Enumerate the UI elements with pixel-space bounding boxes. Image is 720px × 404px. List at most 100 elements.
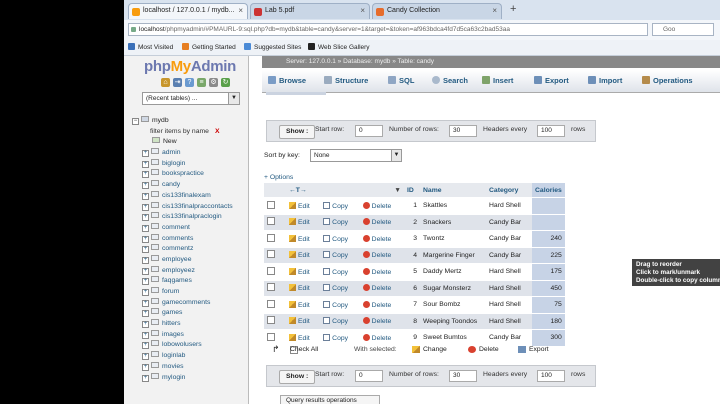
expand-icon[interactable]: + [142, 374, 149, 382]
tree-new[interactable]: New [128, 137, 246, 148]
expand-icon[interactable]: + [142, 310, 149, 318]
cell-id[interactable]: 2 [404, 214, 420, 231]
cell-name[interactable]: Daddy Mertz [420, 263, 486, 281]
tab-export[interactable]: Export [534, 76, 569, 85]
tab-import[interactable]: Import [588, 76, 622, 85]
start-row-input[interactable]: 0 [355, 125, 383, 137]
tree-table-item[interactable]: + commentz [128, 244, 246, 255]
tree-table-item[interactable]: + employeez [128, 265, 246, 277]
row-checkbox[interactable] [267, 299, 275, 308]
browser-tab-candy[interactable]: Candy Collection × [372, 3, 502, 19]
cell-id[interactable]: 1 [404, 197, 420, 215]
expand-icon[interactable]: + [142, 256, 149, 264]
tab-browse[interactable]: Browse [268, 76, 306, 85]
row-checkbox[interactable] [267, 266, 275, 275]
cell-name[interactable]: Skattles [420, 197, 486, 215]
column-header-name[interactable]: Name [420, 183, 486, 198]
expand-icon[interactable]: + [142, 246, 149, 254]
sql-query-icon[interactable]: ? [185, 78, 194, 87]
expand-icon[interactable]: + [142, 203, 149, 211]
tree-filter[interactable]: filter items by name X [128, 127, 246, 138]
tree-table-item[interactable]: + employee [128, 254, 246, 266]
copy-link[interactable]: Copy [320, 329, 360, 347]
expand-icon[interactable]: + [142, 235, 149, 243]
delete-button[interactable]: Delete [468, 346, 499, 354]
copy-link[interactable]: Copy [320, 247, 360, 264]
cell-category[interactable]: Hard Shell [486, 197, 532, 215]
expand-icon[interactable]: + [142, 171, 149, 179]
cell-calories[interactable] [532, 214, 565, 231]
tree-table-item[interactable]: + comments [128, 233, 246, 245]
tab-sql[interactable]: SQL [388, 76, 414, 85]
column-header-category[interactable]: Category [486, 183, 532, 198]
delete-link[interactable]: Delete [359, 247, 404, 264]
cell-calories[interactable]: 450 [532, 280, 565, 297]
copy-link[interactable]: Copy [320, 230, 360, 248]
cell-calories[interactable] [532, 197, 565, 215]
cell-name[interactable]: Sugar Monsterz [420, 280, 486, 297]
phpmyadmin-logo[interactable]: phpMyAdmin [144, 58, 236, 75]
headers-input[interactable]: 100 [537, 370, 565, 382]
rows-input[interactable]: 30 [449, 125, 477, 137]
settings-icon[interactable]: ⚙ [209, 78, 218, 87]
tab-structure[interactable]: Structure [324, 76, 368, 85]
new-tab-button[interactable]: + [510, 3, 516, 15]
cell-calories[interactable]: 175 [532, 263, 565, 281]
copy-link[interactable]: Copy [320, 263, 360, 281]
cell-id[interactable]: 4 [404, 247, 420, 264]
delete-link[interactable]: Delete [359, 214, 404, 231]
row-checkbox[interactable] [267, 217, 275, 226]
expand-icon[interactable]: + [142, 182, 149, 190]
copy-link[interactable]: Copy [320, 280, 360, 297]
tree-table-item[interactable]: + hitters [128, 319, 246, 330]
row-checkbox[interactable] [267, 332, 275, 341]
edit-link[interactable]: Edit [286, 230, 321, 248]
expand-icon[interactable]: + [142, 363, 149, 371]
cell-category[interactable]: Hard Shell [486, 313, 532, 330]
recent-tables-select[interactable]: (Recent tables) ... ▼ [142, 92, 240, 105]
cell-name[interactable]: Margerine Finger [420, 247, 486, 264]
tree-table-item[interactable]: + comment [128, 222, 246, 234]
cell-name[interactable]: Twontz [420, 230, 486, 248]
close-icon[interactable]: × [492, 6, 497, 15]
expand-icon[interactable]: + [142, 299, 149, 307]
options-link[interactable]: + Options [264, 174, 293, 181]
bookmark-suggested-sites[interactable]: Suggested Sites [244, 43, 301, 51]
headers-input[interactable]: 100 [537, 125, 565, 137]
tree-table-item[interactable]: + biglogin [128, 158, 246, 170]
tree-table-item[interactable]: + movies [128, 361, 246, 373]
tree-table-item[interactable]: + cis133finalexam [128, 190, 246, 202]
sort-by-select[interactable]: None ▼ [310, 149, 402, 162]
cell-category[interactable]: Candy Bar [486, 329, 532, 347]
delete-link[interactable]: Delete [359, 296, 404, 314]
address-bar[interactable]: localhost/phpmyadmin/#PMAURL-9:sql.php?d… [128, 23, 648, 36]
row-checkbox[interactable] [267, 250, 275, 259]
expand-icon[interactable]: + [142, 353, 149, 361]
docs-icon[interactable]: ≡ [197, 78, 206, 87]
cell-id[interactable]: 8 [404, 313, 420, 330]
delete-link[interactable]: Delete [359, 329, 404, 347]
copy-link[interactable]: Copy [320, 296, 360, 314]
cell-id[interactable]: 6 [404, 280, 420, 297]
close-icon[interactable]: × [238, 6, 243, 15]
tree-table-item[interactable]: + gamecomments [128, 297, 246, 309]
expand-icon[interactable]: + [142, 214, 149, 222]
copy-link[interactable]: Copy [320, 313, 360, 330]
tree-table-item[interactable]: + loginlab [128, 351, 246, 362]
tab-search[interactable]: Search [432, 76, 468, 85]
expand-icon[interactable]: + [142, 331, 149, 339]
tree-table-item[interactable]: + forum [128, 287, 246, 298]
change-button[interactable]: Change [412, 346, 447, 354]
cell-calories[interactable]: 240 [532, 230, 565, 248]
bookmark-getting-started[interactable]: Getting Started [182, 43, 236, 51]
cell-calories[interactable]: 180 [532, 313, 565, 330]
delete-link[interactable]: Delete [359, 313, 404, 330]
tree-db-mydb[interactable]: − mydb [128, 116, 246, 127]
tree-table-item[interactable]: + mylogin [128, 372, 246, 384]
reload-icon[interactable]: ↻ [221, 78, 230, 87]
expand-icon[interactable]: + [142, 160, 149, 168]
delete-link[interactable]: Delete [359, 230, 404, 248]
tree-table-item[interactable]: + candy [128, 180, 246, 191]
cell-name[interactable]: Weeping Toondos [420, 313, 486, 330]
show-button[interactable]: Show : [279, 125, 316, 139]
